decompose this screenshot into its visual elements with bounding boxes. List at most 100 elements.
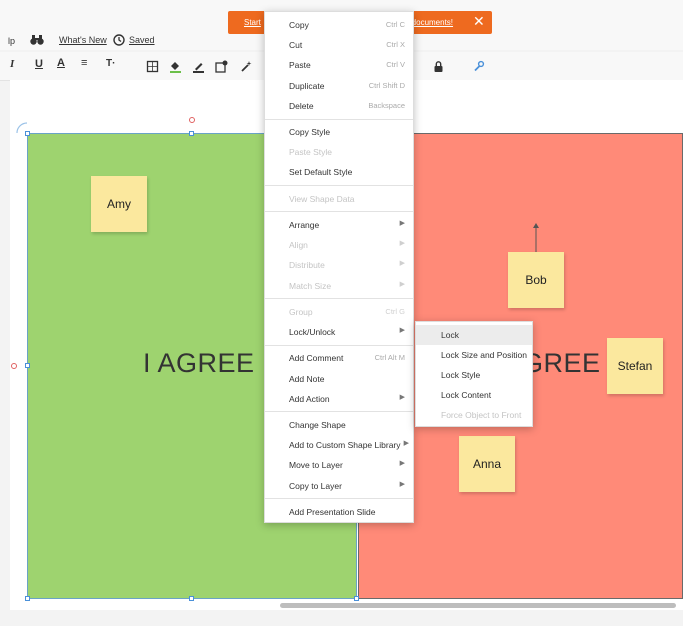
submenu-item-lock-style[interactable]: Lock Style: [416, 365, 532, 385]
menu-item-set-default-style[interactable]: Set Default Style: [265, 162, 413, 182]
menu-separator: [265, 411, 413, 412]
menu-separator: [265, 498, 413, 499]
horizontal-scrollbar[interactable]: [280, 603, 676, 608]
menu-item-match-size: Match Size ▶: [265, 276, 413, 296]
menu-item-shortcut: Ctrl C: [385, 20, 405, 29]
underline-button[interactable]: U: [35, 58, 43, 70]
help-menu[interactable]: lp: [8, 36, 15, 46]
context-menu: Copy Ctrl C Cut Ctrl X Paste Ctrl V Duplica…: [264, 11, 414, 523]
menu-item-add-action[interactable]: Add Action ▶: [265, 389, 413, 409]
menu-item-add-to-custom-shape-library[interactable]: Add to Custom Shape Library ▶: [265, 435, 413, 455]
clock-icon: [113, 33, 125, 51]
rotate-handle[interactable]: [189, 117, 195, 123]
fill-color-icon[interactable]: [167, 58, 183, 74]
magic-wand-icon[interactable]: [238, 58, 254, 74]
menu-item-change-shape[interactable]: Change Shape: [265, 415, 413, 435]
menu-item-shortcut: Ctrl Shift D: [368, 81, 405, 90]
menu-item-label: Add Note: [289, 374, 325, 384]
menu-item-move-to-layer[interactable]: Move to Layer ▶: [265, 455, 413, 475]
text-color-button[interactable]: A: [57, 57, 65, 69]
line-color-icon[interactable]: [190, 58, 206, 74]
menu-item-label: Paste Style: [289, 147, 332, 157]
menu-item-copy-to-layer[interactable]: Copy to Layer ▶: [265, 476, 413, 496]
sticky-note-bob[interactable]: Bob: [508, 252, 564, 308]
sticky-note-anna[interactable]: Anna: [459, 436, 515, 492]
note-label: Bob: [525, 273, 547, 287]
chevron-right-icon: ▶: [399, 281, 405, 288]
menu-item-add-comment[interactable]: Add Comment Ctrl Alt M: [265, 348, 413, 368]
submenu-item-lock-content[interactable]: Lock Content: [416, 385, 532, 405]
agree-text-right: GREE: [522, 348, 601, 378]
note-label: Amy: [107, 197, 131, 211]
menu-item-shortcut: Backspace: [368, 101, 405, 110]
selection-handle[interactable]: [25, 596, 30, 601]
menu-item-add-note[interactable]: Add Note: [265, 369, 413, 389]
menu-item-lock-unlock[interactable]: Lock/Unlock ▶: [265, 322, 413, 342]
menu-item-label: Add Comment: [289, 353, 344, 363]
menu-item-distribute: Distribute ▶: [265, 255, 413, 275]
close-icon[interactable]: ✕: [473, 13, 485, 30]
menu-item-paste[interactable]: Paste Ctrl V: [265, 55, 413, 75]
lock-icon[interactable]: [430, 58, 446, 74]
submenu-item-label: Lock: [441, 330, 459, 340]
menu-item-delete[interactable]: Delete Backspace: [265, 96, 413, 116]
submenu-item-label: Lock Size and Position: [441, 350, 527, 360]
border-icon[interactable]: [144, 58, 160, 74]
menu-item-label: Align: [289, 240, 308, 250]
menu-item-label: Paste: [289, 60, 311, 70]
menu-item-label: Add Presentation Slide: [289, 507, 376, 517]
menu-item-align: Align ▶: [265, 235, 413, 255]
text-size-button[interactable]: T·: [106, 58, 115, 69]
menu-separator: [265, 298, 413, 299]
chevron-right-icon: ▶: [403, 440, 409, 447]
menu-item-shortcut: Ctrl V: [386, 60, 405, 69]
agree-text-left: I AGREE: [143, 348, 255, 378]
menu-item-label: Add to Custom Shape Library: [289, 440, 401, 450]
menu-item-label: Copy to Layer: [289, 481, 342, 491]
menu-item-duplicate[interactable]: Duplicate Ctrl Shift D: [265, 76, 413, 96]
binoculars-icon[interactable]: [30, 33, 44, 51]
menu-item-copy-style[interactable]: Copy Style: [265, 122, 413, 142]
chevron-right-icon: ▶: [399, 394, 405, 401]
menu-item-copy[interactable]: Copy Ctrl C: [265, 15, 413, 35]
wrench-icon[interactable]: [470, 58, 486, 74]
note-label: Stefan: [617, 359, 653, 373]
menu-item-label: Delete: [289, 101, 314, 111]
menu-item-arrange[interactable]: Arrange ▶: [265, 215, 413, 235]
chevron-right-icon: ▶: [399, 260, 405, 267]
submenu-item-force-object-to-front: Force Object to Front: [416, 405, 532, 425]
sticky-note-amy[interactable]: Amy: [91, 176, 147, 232]
text-align-button[interactable]: ≡: [81, 57, 87, 69]
menu-separator: [265, 119, 413, 120]
submenu-item-lock[interactable]: Lock: [416, 325, 532, 345]
menu-item-label: Add Action: [289, 394, 330, 404]
submenu-item-label: Force Object to Front: [441, 410, 522, 420]
shape-options-icon[interactable]: [213, 58, 229, 74]
menu-item-label: Change Shape: [289, 420, 346, 430]
chevron-right-icon: ▶: [399, 327, 405, 334]
menu-item-label: Cut: [289, 40, 303, 50]
sticky-note-stefan[interactable]: Stefan: [607, 338, 663, 394]
menu-item-label: View Shape Data: [289, 194, 355, 204]
menu-item-label: Copy: [289, 20, 309, 30]
rotate-arc-icon: [15, 121, 29, 140]
chevron-right-icon: ▶: [399, 481, 405, 488]
submenu-item-lock-size-and-position[interactable]: Lock Size and Position: [416, 345, 532, 365]
menu-item-view-shape-data: View Shape Data: [265, 189, 413, 209]
whats-new-link[interactable]: What's New: [59, 35, 107, 45]
menu-item-label: Duplicate: [289, 81, 325, 91]
menu-item-paste-style: Paste Style: [265, 142, 413, 162]
menu-item-cut[interactable]: Cut Ctrl X: [265, 35, 413, 55]
menu-item-add-presentation-slide[interactable]: Add Presentation Slide: [265, 502, 413, 522]
menu-separator: [265, 345, 413, 346]
selection-handle[interactable]: [354, 596, 359, 601]
menu-item-group: Group Ctrl G: [265, 302, 413, 322]
italic-button[interactable]: I: [10, 58, 14, 70]
selection-handle[interactable]: [189, 596, 194, 601]
selection-handle[interactable]: [25, 363, 30, 368]
chevron-right-icon: ▶: [399, 240, 405, 247]
banner-start-link[interactable]: Start: [244, 18, 261, 27]
selection-handle[interactable]: [189, 131, 194, 136]
rotate-handle[interactable]: [11, 363, 17, 369]
chevron-right-icon: ▶: [399, 220, 405, 227]
